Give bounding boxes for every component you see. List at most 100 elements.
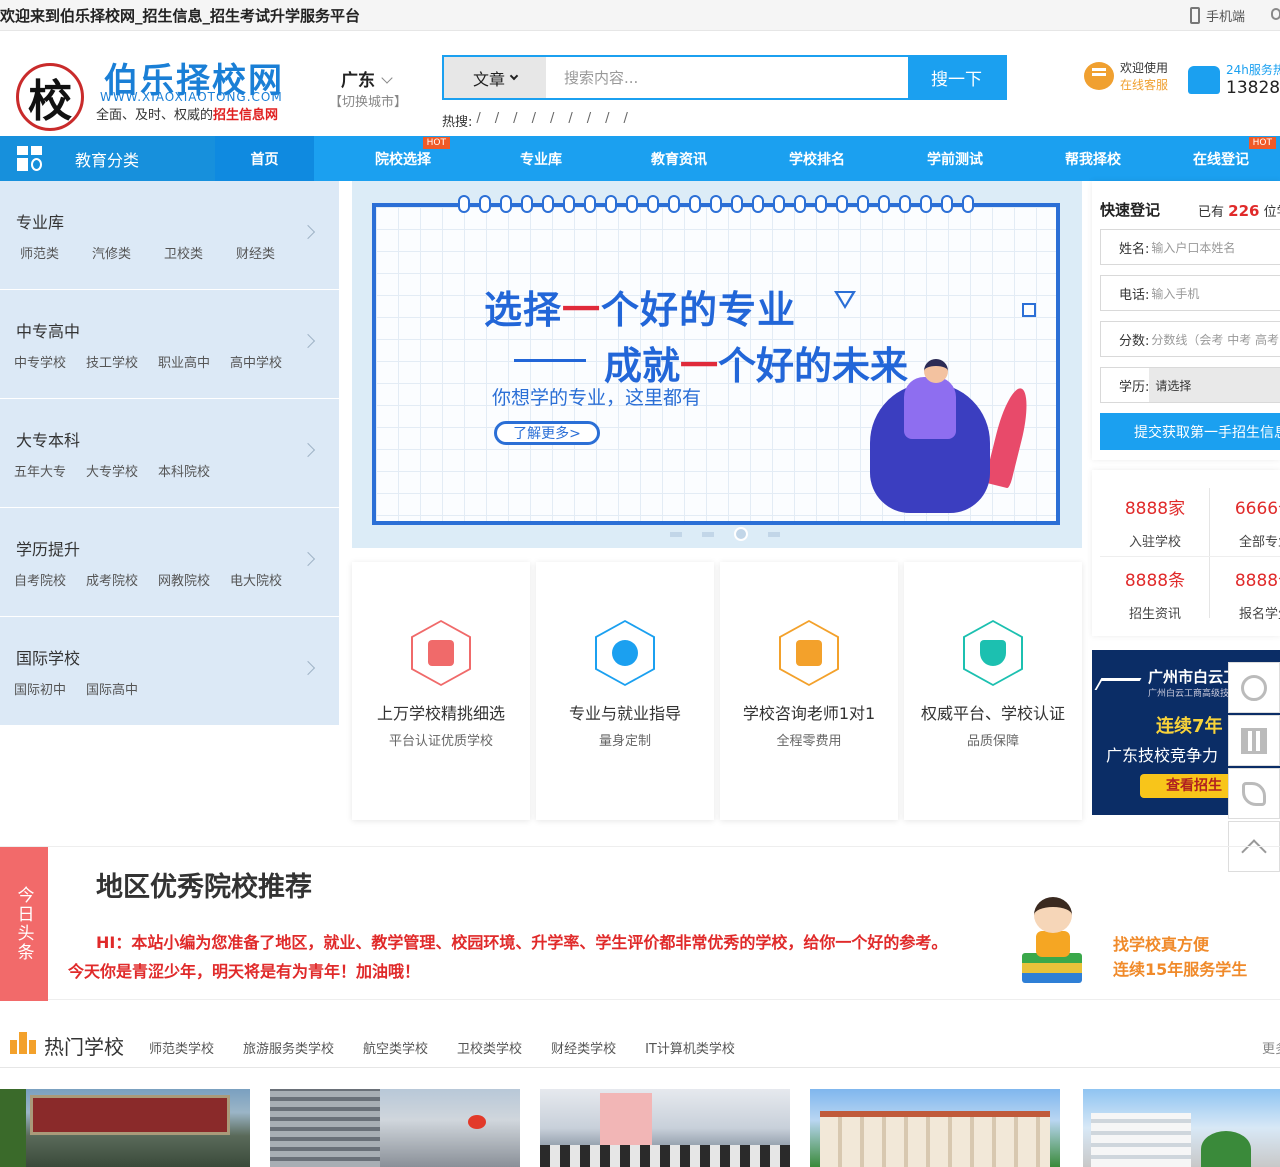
sidebar-link[interactable]: 本科院校 (158, 461, 230, 480)
hot-search-item[interactable]: / (568, 111, 572, 130)
hot-schools-tabs: 师范类学校 旅游服务类学校 航空类学校 卫校类学校 财经类学校 IT计算机类学校 (149, 1038, 764, 1057)
school-photo[interactable] (540, 1089, 790, 1167)
hot-search-item[interactable]: / (550, 111, 554, 130)
grid-menu-icon (17, 146, 42, 171)
sidebar-link[interactable]: 师范类 (20, 243, 92, 262)
carousel-dot[interactable] (702, 531, 714, 537)
promo-line-2: 连续15年服务学生 (1113, 960, 1248, 979)
name-field[interactable]: 姓名: 输入户口本姓名 (1100, 229, 1280, 265)
nav-item-online-register[interactable]: 在线登记 HOT (1162, 136, 1280, 181)
sidebar-link[interactable]: 电大院校 (230, 570, 302, 589)
float-qrcode-button[interactable] (1228, 715, 1280, 766)
stat-item: 8888条 招生资讯 (1100, 566, 1210, 622)
feature-cards: 上万学校精挑细选 平台认证优质学校 专业与就业指导 量身定制 学校咨询老师1对1… (352, 562, 1082, 820)
sidebar-link[interactable]: 自考院校 (14, 570, 86, 589)
hot-search-item[interactable]: / (624, 111, 628, 130)
education-category-button[interactable]: 教育分类 (0, 136, 215, 181)
nav-item-home[interactable]: 首页 (215, 136, 314, 181)
sidebar-link[interactable]: 卫校类 (164, 243, 236, 262)
sidebar-link[interactable]: 国际初中 (14, 679, 86, 698)
feature-card[interactable]: 权威平台、学校认证 品质保障 (904, 562, 1082, 820)
sidebar-link[interactable]: 大专学校 (86, 461, 158, 480)
sidebar-group-international[interactable]: 国际学校 国际初中 国际高中 (0, 617, 339, 726)
sidebar-group-majors[interactable]: 专业库 师范类 汽修类 卫校类 财经类 (0, 181, 339, 290)
float-chat-button[interactable] (1228, 662, 1280, 713)
sidebar-group-college[interactable]: 大专本科 五年大专 大专学校 本科院校 (0, 399, 339, 508)
submit-register-button[interactable]: 提交获取第一手招生信息 (1100, 413, 1280, 450)
more-link[interactable]: 更多 (1262, 1038, 1280, 1057)
chevron-right-icon (300, 333, 316, 349)
headset-icon (595, 620, 655, 686)
hot-search-item[interactable]: / (513, 111, 517, 130)
search-input[interactable] (546, 57, 908, 98)
sidebar-link[interactable]: 职业高中 (158, 352, 230, 371)
tab-school-type[interactable]: 旅游服务类学校 (243, 1038, 334, 1057)
tab-school-type[interactable]: IT计算机类学校 (645, 1038, 735, 1057)
carousel-dot-active[interactable] (734, 527, 748, 541)
chevron-down-icon (509, 71, 519, 80)
nav-item-pretest[interactable]: 学前测试 (886, 136, 1024, 181)
search-bar: 文章 搜一下 (442, 55, 1007, 100)
school-photo[interactable] (810, 1089, 1060, 1167)
sidebar-link[interactable]: 中专学校 (14, 352, 86, 371)
online-service[interactable]: 欢迎使用 在线客服 (1084, 59, 1168, 93)
nav-item-news[interactable]: 教育资讯 (610, 136, 748, 181)
airplane-logo-icon (1094, 678, 1142, 690)
headline-title[interactable]: 地区优秀院校推荐 (96, 865, 312, 904)
reading-girl-illustration (1022, 897, 1082, 983)
tab-school-type[interactable]: 财经类学校 (551, 1038, 616, 1057)
city-selector[interactable]: 广东 (341, 66, 393, 91)
sidebar-group-secondary[interactable]: 中专高中 中专学校 技工学校 职业高中 高中学校 (0, 290, 339, 399)
learn-more-button[interactable]: 了解更多> (494, 421, 600, 445)
sidebar-link[interactable]: 高中学校 (230, 352, 302, 371)
school-photo[interactable] (1083, 1089, 1280, 1167)
education-select[interactable]: 学历: 请选择 (1100, 367, 1280, 403)
stat-number: 8888家 (1124, 499, 1186, 519)
sidebar-link[interactable]: 五年大专 (14, 461, 86, 480)
sidebar-link[interactable]: 网教院校 (158, 570, 230, 589)
banner-headline-1: 选择一个好的专业 (484, 279, 796, 334)
hotline-number: 138288 (1226, 78, 1280, 98)
sidebar-link[interactable]: 汽修类 (92, 243, 164, 262)
logo-seal-icon[interactable]: 校 (16, 63, 84, 131)
carousel-dot[interactable] (768, 531, 780, 537)
city-name: 广东 (341, 71, 375, 91)
hot-search-item[interactable]: / (532, 111, 536, 130)
carousel-dot[interactable] (670, 531, 682, 537)
score-field[interactable]: 分数: 分数线（会考 中考 高考 (1100, 321, 1280, 357)
float-phone-button[interactable] (1228, 768, 1280, 819)
switch-city-link[interactable]: 【切换城市】 (329, 91, 407, 110)
feature-card[interactable]: 上万学校精挑细选 平台认证优质学校 (352, 562, 530, 820)
hero-banner[interactable]: 选择一个好的专业 成就一个好的未来 你想学的专业，这里都有 了解更多> (352, 181, 1082, 548)
hot-search-item[interactable]: / (605, 111, 609, 130)
tab-school-type[interactable]: 师范类学校 (149, 1038, 214, 1057)
sidebar-link[interactable]: 成考院校 (86, 570, 158, 589)
mobile-link[interactable]: 手机端 (1190, 6, 1245, 25)
sidebar-link[interactable]: 国际高中 (86, 679, 158, 698)
search-button[interactable]: 搜一下 (908, 57, 1005, 98)
headset-icon (1241, 674, 1267, 701)
feature-card[interactable]: 专业与就业指导 量身定制 (536, 562, 714, 820)
hot-search-item[interactable]: / (495, 111, 499, 130)
notebook-rings (458, 195, 974, 213)
tab-school-type[interactable]: 航空类学校 (363, 1038, 428, 1057)
hot-search-item[interactable]: / (587, 111, 591, 130)
sidebar-link[interactable]: 技工学校 (86, 352, 158, 371)
sidebar-group-title: 学历提升 (16, 540, 81, 559)
phone-field[interactable]: 电话: 输入手机 (1100, 275, 1280, 311)
sidebar-link[interactable]: 财经类 (236, 243, 308, 262)
school-photo[interactable] (270, 1089, 520, 1167)
nav-item-help-choose[interactable]: 帮我择校 (1024, 136, 1162, 181)
search-category-select[interactable]: 文章 (444, 57, 546, 98)
nav-item-majors[interactable]: 专业库 (472, 136, 610, 181)
nav-item-ranking[interactable]: 学校排名 (748, 136, 886, 181)
hot-schools-header: 热门学校 师范类学校 旅游服务类学校 航空类学校 卫校类学校 财经类学校 IT计… (0, 1022, 1280, 1068)
feature-card[interactable]: 学校咨询老师1对1 全程零费用 (720, 562, 898, 820)
tab-school-type[interactable]: 卫校类学校 (457, 1038, 522, 1057)
nav-item-school-choice[interactable]: 院校选择 HOT (334, 136, 472, 181)
hot-search-item[interactable]: / (476, 111, 480, 130)
weibo-icon[interactable] (1271, 8, 1280, 20)
sidebar-group-degree[interactable]: 学历提升 自考院校 成考院校 网教院校 电大院校 (0, 508, 339, 617)
headline-line-1: HI：本站小编为您准备了地区，就业、教学管理、校园环境、升学率、学生评价都非常优… (96, 933, 948, 952)
school-photo[interactable] (0, 1089, 250, 1167)
